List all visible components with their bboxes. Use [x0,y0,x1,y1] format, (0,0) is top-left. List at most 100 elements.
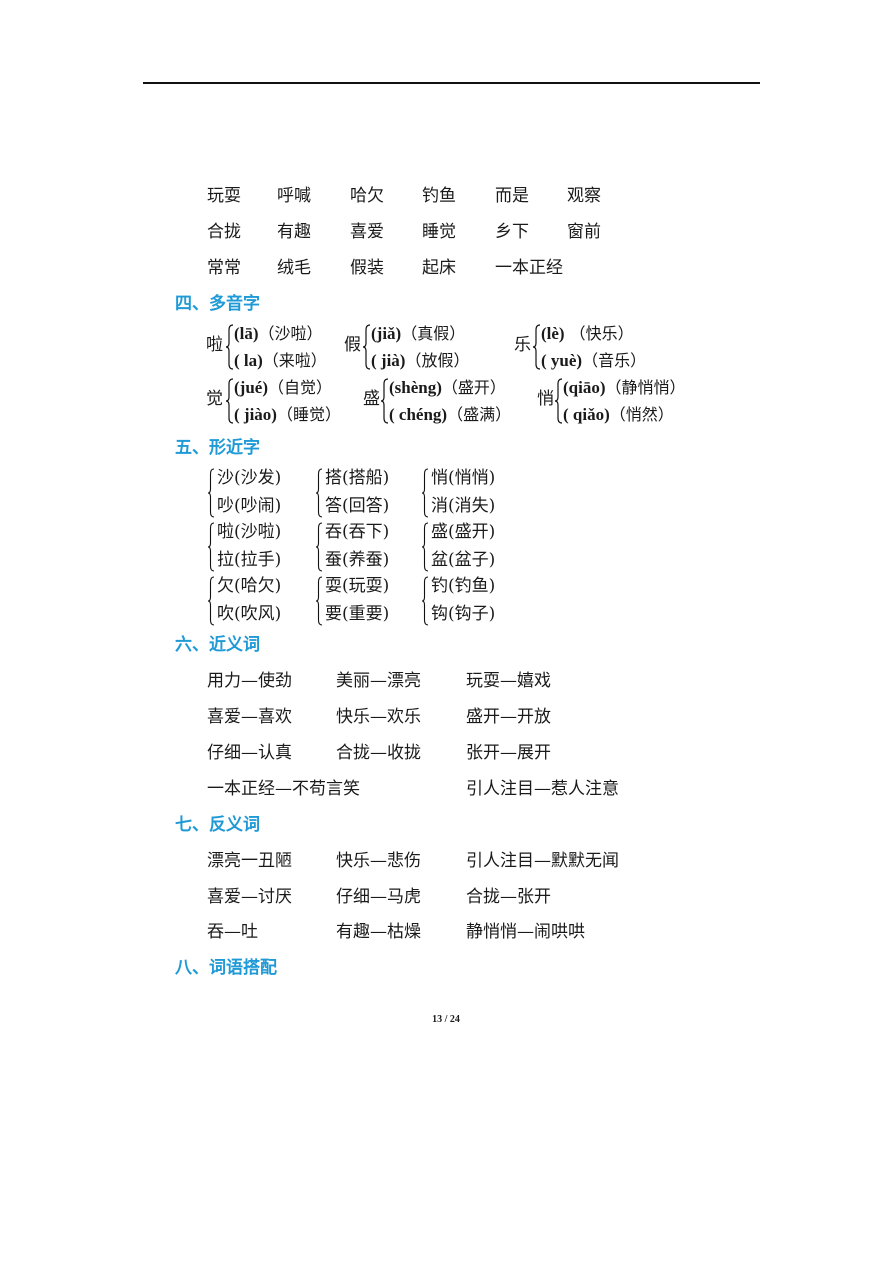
section-heading-antonyms: 七、反义词 [175,815,260,835]
polyphone-char: 盛 [363,389,380,409]
example-word: （放假） [405,351,470,370]
similar-char-entry: 答(回答) [325,496,390,516]
brace-icon [316,522,323,572]
polyphone-char: 乐 [514,335,531,355]
section-heading-polyphones: 四、多音字 [175,294,260,314]
similar-char-entry: 盛(盛开) [431,522,496,542]
vocab-word: 一本正经 [495,258,563,278]
vocab-word: 绒毛 [277,258,311,278]
brace-icon [533,324,541,370]
synonym-pair: 用力—使劲 [207,671,292,691]
antonym-pair: 仔细—马虎 [336,887,421,907]
similar-char-entry: 耍(玩耍) [325,576,390,596]
similar-char-entry: 消(消失) [431,496,496,516]
pinyin: ( qiǎo) [563,405,610,424]
similar-char-entry: 搭(搭船) [325,468,390,488]
synonym-pair: 合拢—收拢 [336,743,421,763]
example-word: （睡觉） [276,405,341,424]
vocab-word: 合拢 [207,222,241,242]
similar-char-entry: 欠(哈欠) [217,576,282,596]
similar-char-entry: 要(重要) [325,604,390,624]
similar-char-entry: 悄(悄悄) [431,468,496,488]
synonym-pair: 张开—展开 [466,743,551,763]
brace-icon [363,324,371,370]
vocab-word: 观察 [567,186,601,206]
pinyin: ( chéng) [389,405,448,424]
similar-char-entry: 钓(钓鱼) [431,576,496,596]
vocab-word: 喜爱 [350,222,384,242]
brace-icon [555,378,563,424]
vocab-word: 起床 [422,258,456,278]
vocab-word: 窗前 [567,222,601,242]
vocab-word: 呼喊 [277,186,311,206]
similar-char-entry: 钩(钩子) [431,604,496,624]
antonym-pair: 喜爱—讨厌 [207,887,292,907]
antonym-pair: 快乐—悲伤 [336,851,421,871]
pinyin: ( la) [234,351,263,370]
pinyin: (qiāo) [563,378,606,397]
synonym-pair: 快乐—欢乐 [336,707,421,727]
brace-icon [422,522,429,572]
polyphone-char: 假 [344,335,361,355]
example-word: （盛满） [447,405,512,424]
antonym-pair: 引人注目—默默无闻 [466,851,619,871]
antonym-pair: 吞—吐 [207,922,258,942]
similar-char-entry: 沙(沙发) [217,468,282,488]
vocab-word: 常常 [207,258,241,278]
brace-icon [208,522,215,572]
pinyin: (jué) [234,378,268,397]
pinyin: (lè) [541,324,565,343]
synonym-pair: 盛开—开放 [466,707,551,727]
brace-icon [316,468,323,518]
antonym-pair: 静悄悄—闹哄哄 [466,922,585,942]
example-word: （自觉） [267,378,332,397]
polyphone-char: 悄 [537,389,554,409]
example-word: （快乐） [564,324,634,343]
similar-char-entry: 啦(沙啦) [217,522,282,542]
section-heading-synonyms: 六、近义词 [175,635,260,655]
page-indicator: 13 / 24 [432,1014,460,1025]
vocab-word: 哈欠 [350,186,384,206]
synonym-pair: 玩耍—嬉戏 [466,671,551,691]
brace-icon [422,576,429,626]
antonym-pair: 合拢—张开 [466,887,551,907]
similar-char-entry: 蚕(养蚕) [325,550,390,570]
similar-char-entry: 拉(拉手) [217,550,282,570]
vocab-word: 而是 [495,186,529,206]
example-word: （真假） [401,324,466,343]
synonym-pair: 引人注目—惹人注意 [466,779,619,799]
brace-icon [226,378,234,424]
pinyin: (jiǎ) [371,324,402,343]
pinyin: ( jiào) [234,405,277,424]
example-word: （沙啦） [258,324,323,343]
brace-icon [381,378,389,424]
synonym-pair: 美丽—漂亮 [336,671,421,691]
synonym-pair: 一本正经—不苟言笑 [207,779,360,799]
vocab-word: 玩耍 [207,186,241,206]
section-heading-collocation: 八、词语搭配 [175,958,277,978]
brace-icon [208,576,215,626]
similar-char-entry: 吞(吞下) [325,522,390,542]
antonym-pair: 有趣—枯燥 [336,922,421,942]
brace-icon [208,468,215,518]
pinyin: ( yuè) [541,351,583,370]
similar-char-entry: 吵(吵闹) [217,496,282,516]
antonym-pair: 漂亮一丑陋 [207,851,292,871]
pinyin: ( jià) [371,351,406,370]
similar-char-entry: 盆(盆子) [431,550,496,570]
synonym-pair: 仔细—认真 [207,743,292,763]
example-word: （悄然） [609,405,674,424]
example-word: （静悄悄） [605,378,686,397]
example-word: （盛开） [441,378,506,397]
vocab-word: 乡下 [495,222,529,242]
synonym-pair: 喜爱—喜欢 [207,707,292,727]
pinyin: (lā) [234,324,259,343]
brace-icon [226,324,234,370]
pinyin: (shèng) [389,378,442,397]
similar-char-entry: 吹(吹风) [217,604,282,624]
example-word: （来啦） [262,351,327,370]
polyphone-char: 啦 [206,335,223,355]
vocab-word: 假装 [350,258,384,278]
section-heading-similar-chars: 五、形近字 [175,438,260,458]
vocab-word: 钓鱼 [422,186,456,206]
